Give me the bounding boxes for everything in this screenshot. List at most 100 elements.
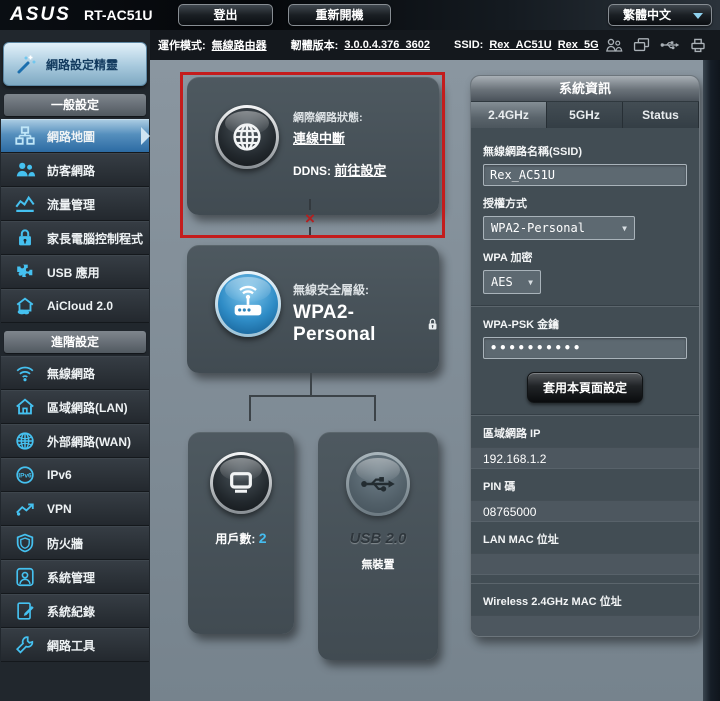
internet-status-card[interactable]: 網際網路狀態: 連線中斷 DDNS: 前往設定: [187, 77, 439, 215]
admin-person-icon: [16, 567, 34, 587]
status-bar: 運作模式: 無線路由器 韌體版本: 3.0.0.4.376_3602 SSID:…: [150, 30, 720, 60]
sidebar-item-ipv6[interactable]: IPv6 IPv6: [1, 458, 149, 492]
puzzle-icon: [17, 264, 33, 278]
printer-icon[interactable]: [690, 37, 706, 53]
general-settings-header: 一般設定: [4, 94, 146, 116]
tab-5ghz[interactable]: 5GHz: [547, 102, 623, 128]
sidebar-item-label: 系統紀錄: [47, 604, 96, 619]
language-label: 繁體中文: [623, 8, 672, 22]
internet-globe-icon[interactable]: [215, 105, 279, 169]
guest-network-icon: [16, 162, 36, 177]
sidebar-item-network-map[interactable]: 網路地圖: [1, 119, 149, 153]
sidebar-item-system-log[interactable]: 系統紀錄: [1, 594, 149, 628]
language-selector[interactable]: 繁體中文: [608, 4, 712, 26]
router-icon[interactable]: [215, 271, 281, 337]
traffic-manager-icon: [15, 195, 35, 212]
lock-icon: [19, 229, 31, 246]
sidebar-item-label: 家長電腦控制程式: [47, 231, 144, 246]
wrench-icon: [15, 636, 34, 654]
connector-line: [374, 395, 376, 421]
sidebar-item-label: 無線網路: [47, 366, 96, 381]
sidebar-item-parental-controls[interactable]: 家長電腦控制程式: [1, 221, 149, 255]
band-tabs: 2.4GHz 5GHz Status: [471, 102, 699, 128]
title-bar: ASUS RT-AC51U 登出 重新開機 繁體中文: [0, 0, 720, 30]
sidebar-item-label: 網路工具: [47, 638, 96, 653]
sidebar-item-label: 外部網路(WAN): [47, 434, 131, 449]
sidebar-item-aicloud[interactable]: AiCloud 2.0: [1, 289, 149, 323]
svg-text:IPv6: IPv6: [18, 473, 32, 480]
sidebar-item-firewall[interactable]: 防火牆: [1, 526, 149, 560]
aicloud-icon: [16, 297, 34, 315]
sidebar-item-wireless[interactable]: 無線網路: [1, 356, 149, 390]
sidebar-item-administration[interactable]: 系統管理: [1, 560, 149, 594]
sidebar-item-network-tools[interactable]: 網路工具: [1, 628, 149, 662]
clients-icon[interactable]: [605, 37, 623, 53]
sidebar-item-wan[interactable]: 外部網路(WAN): [1, 424, 149, 458]
tab-2-4ghz[interactable]: 2.4GHz: [471, 102, 547, 128]
wireless-security-card[interactable]: 無線安全層級: WPA2-Personal: [187, 245, 439, 373]
operation-mode-link[interactable]: 無線路由器: [212, 37, 267, 53]
clients-monitor-icon[interactable]: [210, 452, 272, 514]
sidebar-item-lan[interactable]: 區域網路(LAN): [1, 390, 149, 424]
connector-line: [249, 395, 376, 397]
ipv6-icon: IPv6: [16, 466, 34, 484]
sidebar-item-label: VPN: [47, 502, 72, 516]
network-map-canvas: 網際網路狀態: 連線中斷 DDNS: 前往設定 × 無線安全層級: WPA2-P…: [150, 60, 703, 701]
sidebar-item-label: IPv6: [47, 468, 72, 482]
quick-setup-button[interactable]: 網路設定精靈: [3, 42, 147, 86]
globe-icon: [16, 432, 34, 450]
sidebar: 網路設定精靈 一般設定 網路地圖 訪客網路 流量管理 家長電腦控制程式 USB …: [0, 30, 150, 701]
sidebar-item-vpn[interactable]: VPN: [1, 492, 149, 526]
shield-icon: [16, 533, 34, 553]
auth-method-select[interactable]: WPA2-Personal ▼: [483, 216, 635, 240]
connector-line: [249, 395, 251, 421]
sidebar-item-label: AiCloud 2.0: [47, 299, 114, 313]
ssid-field-label: 無線網路名稱(SSID): [483, 146, 582, 158]
apply-button[interactable]: 套用本頁面設定: [526, 372, 643, 403]
sidebar-item-label: 訪客網路: [47, 163, 96, 178]
ddns-setup-link[interactable]: 前往設定: [334, 163, 386, 178]
wpa-encryption-label: WPA 加密: [483, 252, 533, 264]
psk-input[interactable]: ••••••••••: [483, 337, 687, 359]
pin-code-value: 08765000: [471, 500, 699, 522]
ssid-input[interactable]: [483, 164, 687, 186]
clients-count-label: 用戶數:: [215, 532, 256, 546]
vpn-icon: [16, 503, 34, 516]
usb-version-label: USB 2.0: [349, 530, 407, 547]
sidebar-item-label: 系統管理: [47, 570, 96, 585]
wpa-encryption-value: AES: [491, 275, 513, 289]
usb-icon[interactable]: [660, 38, 680, 52]
security-level-value: WPA2-Personal: [293, 302, 376, 345]
usb-card[interactable]: USB 2.0 無裝置: [318, 432, 438, 660]
system-info-panel: 系統資訊 2.4GHz 5GHz Status 無線網路名稱(SSID) 授權方…: [470, 75, 700, 637]
lan-ip-value: 192.168.1.2: [471, 447, 699, 469]
ssid-2g-link[interactable]: Rex_AC51U: [489, 39, 551, 51]
firmware-version-link[interactable]: 3.0.0.4.376_3602: [344, 39, 430, 51]
clients-card[interactable]: 用戶數: 2: [188, 432, 294, 634]
ssid-label: SSID:: [453, 39, 484, 51]
logout-button[interactable]: 登出: [178, 4, 273, 26]
house-icon: [16, 398, 34, 415]
router-admin-screen: ASUS RT-AC51U 登出 重新開機 繁體中文 運作模式: 無線路由器 韌…: [0, 0, 720, 701]
panel-title: 系統資訊: [471, 76, 699, 102]
padlock-icon[interactable]: [426, 316, 439, 333]
wifi-icon: [16, 366, 34, 382]
internet-status-link[interactable]: 連線中斷: [293, 128, 345, 147]
pin-code-label: PIN 碼: [483, 481, 516, 493]
wpa-encryption-select[interactable]: AES ▼: [483, 270, 541, 294]
disconnected-x-icon: ×: [305, 209, 315, 228]
connector-line: [310, 373, 312, 395]
internet-status-label: 網際網路狀態:: [293, 112, 363, 124]
sidebar-item-usb-application[interactable]: USB 應用: [1, 255, 149, 289]
log-pencil-icon: [17, 602, 34, 620]
reboot-button[interactable]: 重新開機: [288, 4, 391, 26]
sidebar-item-traffic-manager[interactable]: 流量管理: [1, 187, 149, 221]
ssid-5g-link[interactable]: Rex_5G: [558, 39, 599, 51]
wireless-mac-value: [471, 615, 699, 636]
usb-port-icon[interactable]: [346, 452, 410, 516]
operation-mode-label: 運作模式:: [158, 40, 206, 52]
sidebar-item-label: 網路地圖: [47, 129, 96, 144]
cascade-windows-icon[interactable]: [633, 37, 650, 53]
tab-status[interactable]: Status: [623, 102, 699, 128]
sidebar-item-guest-network[interactable]: 訪客網路: [1, 153, 149, 187]
